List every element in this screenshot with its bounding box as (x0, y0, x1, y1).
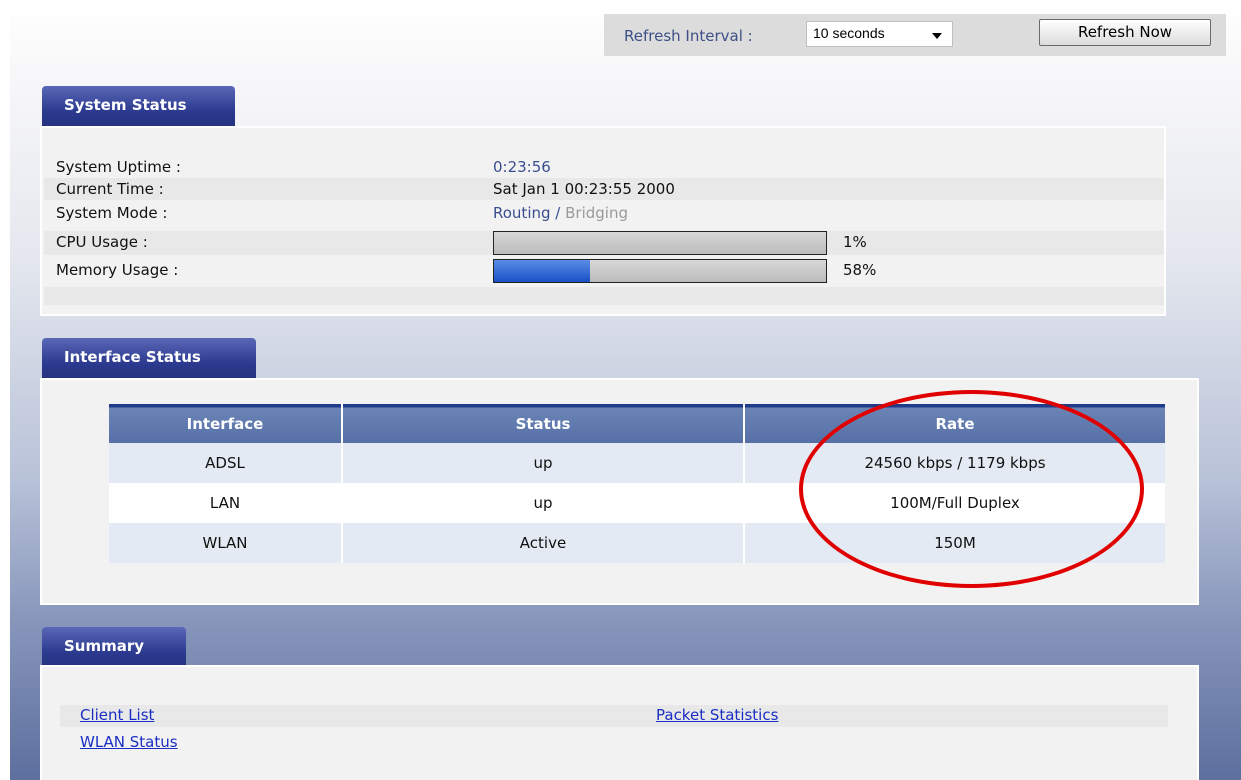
column-header-status: Status (342, 404, 745, 443)
memory-usage-bar (493, 259, 827, 283)
column-header-rate: Rate (744, 404, 1165, 443)
packet-statistics-link[interactable]: Packet Statistics (656, 706, 778, 724)
summary-row-shaded (60, 705, 1168, 727)
client-list-link[interactable]: Client List (80, 706, 154, 724)
current-time-row: Current Time : Sat Jan 1 00:23:55 2000 (44, 178, 1164, 200)
window-left-edge (0, 0, 10, 780)
interface-table: Interface Status Rate ADSL up 24560 kbps… (109, 404, 1165, 563)
refresh-interval-value: 10 seconds (813, 25, 885, 41)
rate-cell: 24560 kbps / 1179 kbps (744, 443, 1165, 483)
interface-cell: ADSL (109, 443, 343, 483)
uptime-value: 0:23:56 (493, 158, 551, 176)
cpu-usage-percent: 1% (843, 233, 867, 251)
cpu-usage-row: CPU Usage : 1% (44, 231, 1164, 255)
status-cell: Active (342, 523, 745, 563)
chevron-down-icon (932, 33, 942, 39)
uptime-row: System Uptime : 0:23:56 (44, 156, 1164, 178)
mode-separator: / (550, 204, 566, 222)
uptime-label: System Uptime : (56, 158, 181, 176)
refresh-interval-select[interactable]: 10 seconds (806, 21, 953, 47)
interface-cell: WLAN (109, 523, 343, 563)
memory-usage-row: Memory Usage : 58% (44, 259, 1164, 283)
memory-usage-label: Memory Usage : (56, 261, 179, 279)
memory-usage-percent: 58% (843, 261, 877, 279)
table-row: LAN up 100M/Full Duplex (109, 483, 1165, 523)
mode-bridging: Bridging (565, 204, 628, 222)
refresh-interval-label: Refresh Interval : (624, 27, 753, 45)
system-mode-label: System Mode : (56, 204, 168, 222)
cpu-usage-bar (493, 231, 827, 255)
memory-usage-bar-fill (494, 260, 591, 282)
cpu-usage-label: CPU Usage : (56, 233, 148, 251)
current-time-label: Current Time : (56, 180, 164, 198)
system-mode-row: System Mode : Routing / Bridging (44, 202, 1164, 224)
wlan-status-link[interactable]: WLAN Status (80, 733, 178, 751)
table-row: WLAN Active 150M (109, 523, 1165, 563)
rate-cell: 100M/Full Duplex (744, 483, 1165, 523)
summary-tab: Summary (42, 627, 186, 669)
mode-routing: Routing (493, 204, 551, 222)
rate-cell: 150M (744, 523, 1165, 563)
system-status-spacer-row (44, 287, 1164, 305)
summary-title: Summary (64, 637, 145, 655)
interface-status-tab: Interface Status (42, 338, 256, 380)
window-top-edge (0, 0, 1241, 10)
interface-cell: LAN (109, 483, 343, 523)
system-status-tab: System Status (42, 86, 235, 128)
status-cell: up (342, 483, 745, 523)
system-mode-value: Routing / Bridging (493, 204, 628, 222)
current-time-value: Sat Jan 1 00:23:55 2000 (493, 180, 675, 198)
system-status-title: System Status (64, 96, 187, 114)
status-cell: up (342, 443, 745, 483)
refresh-now-button[interactable]: Refresh Now (1039, 19, 1211, 46)
table-row: ADSL up 24560 kbps / 1179 kbps (109, 443, 1165, 483)
column-header-interface: Interface (109, 404, 343, 443)
interface-status-title: Interface Status (64, 348, 201, 366)
interface-table-header: Interface Status Rate (109, 404, 1165, 443)
